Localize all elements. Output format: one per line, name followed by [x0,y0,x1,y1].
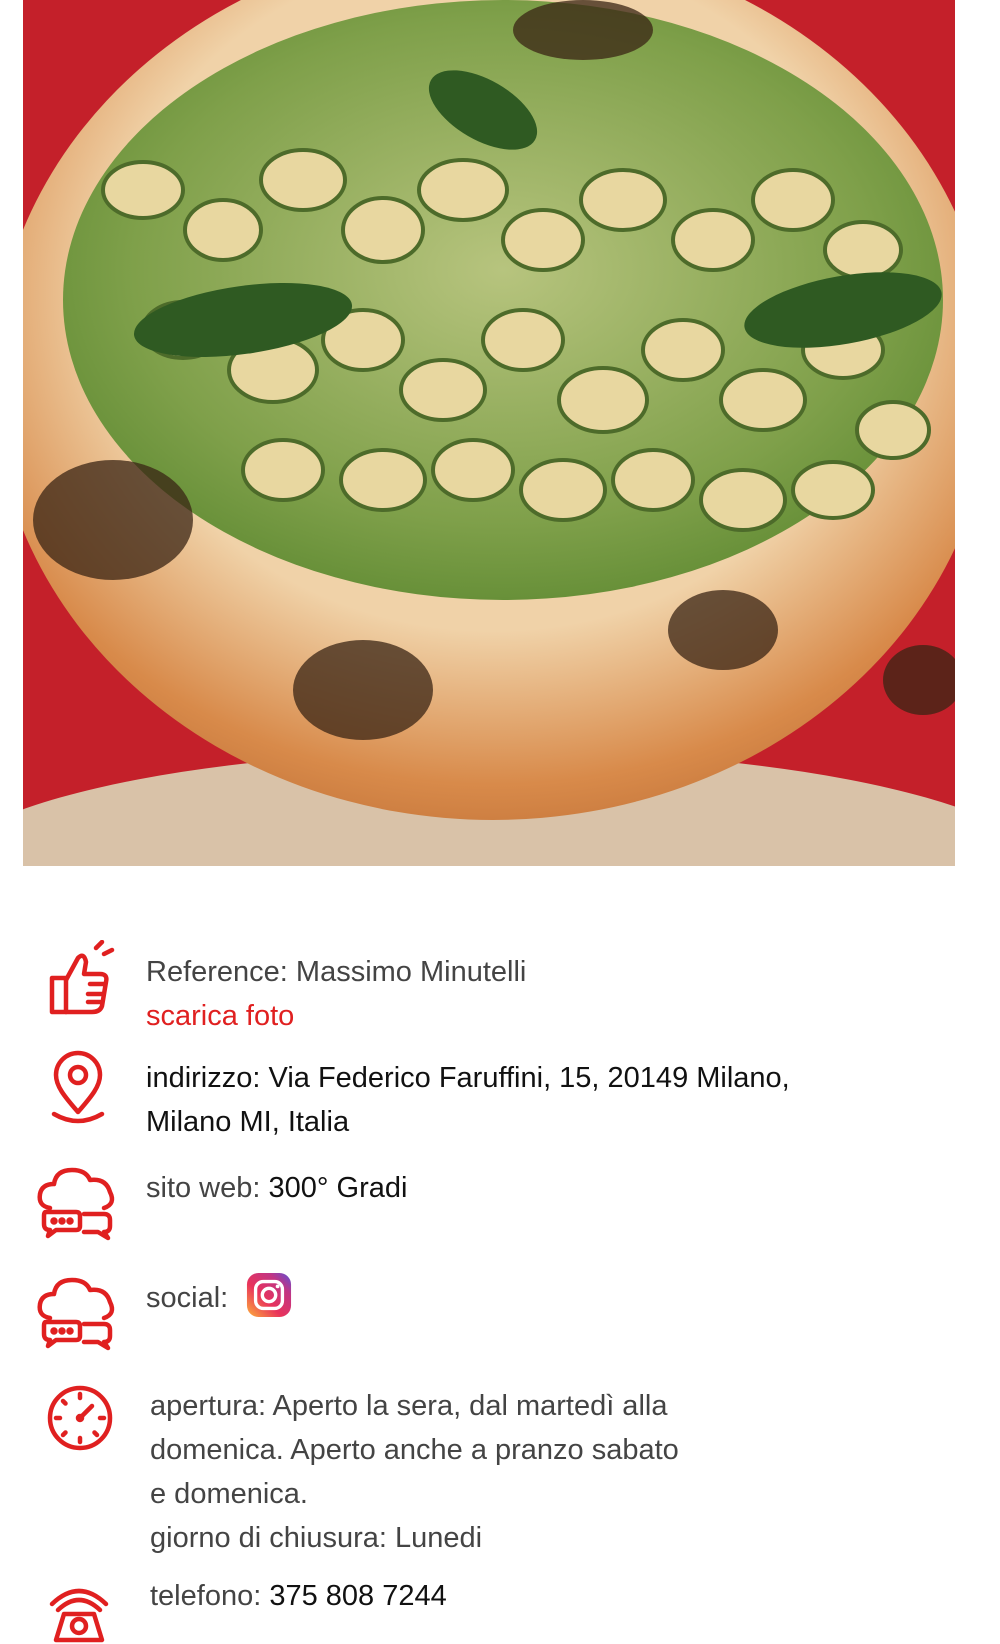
download-photo-link[interactable]: scarica foto [146,994,526,1038]
opening-hours-line1: apertura: Aperto la sera, dal martedì al… [150,1390,668,1422]
phone-icon [44,1574,114,1644]
chat-cloud-icon [34,1272,120,1352]
opening-hours-line2: domenica. Aperto anche a pranzo sabato [150,1434,679,1466]
opening-hours-line3: e domenica. [150,1478,308,1510]
location-pin-icon [38,1048,118,1128]
clock-icon [40,1378,120,1458]
address-value-line1: Via Federico Faruffini, 15, 20149 Milano… [268,1062,790,1094]
instagram-icon[interactable] [246,1272,292,1318]
address-value-line2: Milano MI, Italia [146,1106,350,1138]
address-label: indirizzo: [146,1062,269,1094]
phone-number[interactable]: 375 808 7244 [269,1580,446,1612]
pizza-photo [23,0,955,866]
chat-cloud-icon [34,1162,120,1242]
pizza-image [23,0,955,866]
website-link[interactable]: 300° Gradi [269,1172,408,1204]
website-label: sito web: [146,1172,269,1204]
phone-label: telefono: [150,1580,270,1612]
reference-label: Reference: Massimo Minutelli [146,956,527,988]
closing-day: giorno di chiusura: Lunedi [150,1522,483,1554]
thumbs-up-icon [38,940,118,1020]
social-label: social: [146,1282,237,1314]
